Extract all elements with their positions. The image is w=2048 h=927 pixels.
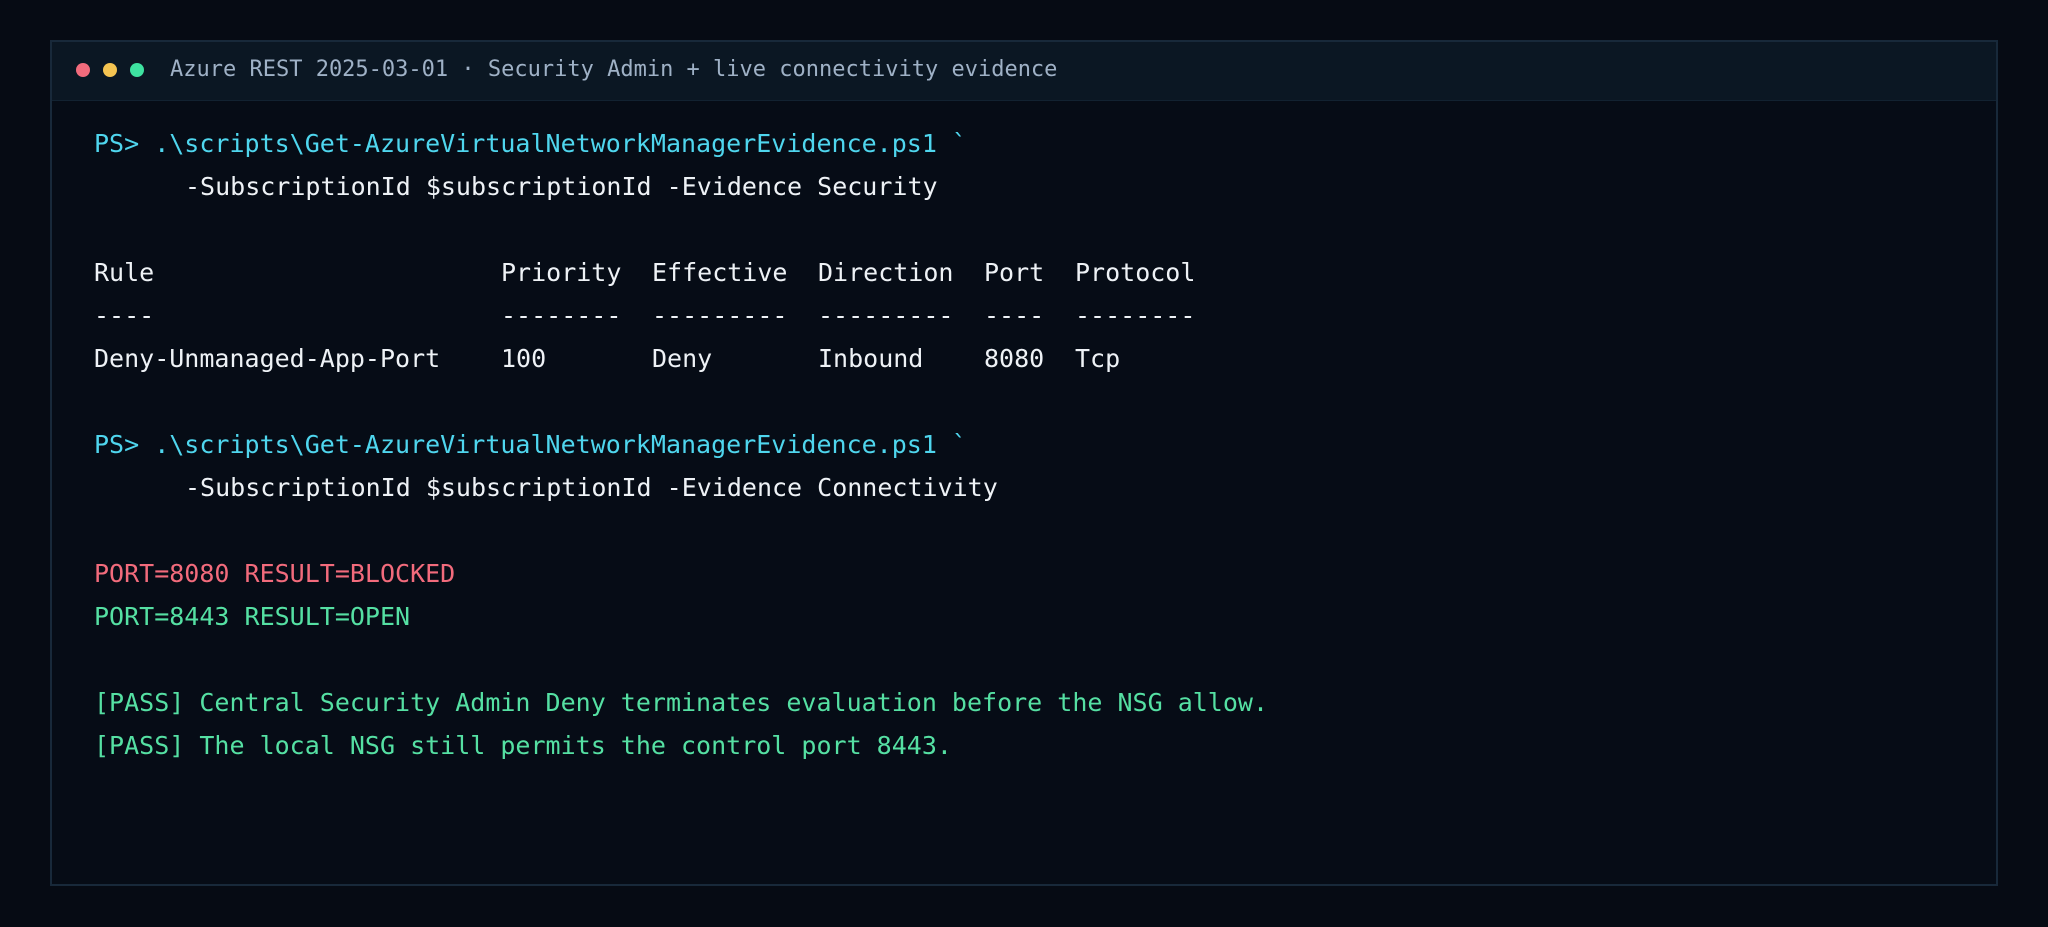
close-button[interactable] (76, 63, 90, 77)
command-line: PS> .\scripts\Get-AzureVirtualNetworkMan… (94, 129, 967, 158)
column-header-direction: Direction (818, 258, 954, 287)
title-bar: Azure REST 2025-03-01 · Security Admin +… (52, 42, 1996, 101)
command-continuation: -SubscriptionId $subscriptionId -Evidenc… (185, 172, 938, 201)
terminal-window: Azure REST 2025-03-01 · Security Admin +… (50, 40, 1998, 886)
separator-rule: ---- (94, 301, 155, 330)
column-header-priority: Priority (501, 258, 622, 287)
separator-port: ---- (984, 301, 1045, 330)
cell-effective: Deny (652, 344, 713, 373)
maximize-button[interactable] (130, 63, 144, 77)
result-open: PORT=8443 RESULT=OPEN (94, 602, 411, 631)
window-title: Azure REST 2025-03-01 · Security Admin +… (170, 57, 1058, 82)
cell-rule: Deny-Unmanaged-App-Port (94, 344, 441, 373)
pass-check: [PASS] The local NSG still permits the c… (94, 731, 952, 760)
cell-priority: 100 (501, 344, 547, 373)
table-header-row: Rule Priority Effective Direction Port P… (94, 251, 1956, 294)
cell-direction: Inbound (818, 344, 924, 373)
separator-direction: --------- (818, 301, 954, 330)
command-continuation: -SubscriptionId $subscriptionId -Evidenc… (185, 473, 998, 502)
terminal-output[interactable]: PS> .\scripts\Get-AzureVirtualNetworkMan… (94, 122, 1956, 767)
column-header-protocol: Protocol (1075, 258, 1196, 287)
separator-protocol: -------- (1075, 301, 1196, 330)
cell-protocol: Tcp (1075, 344, 1121, 373)
separator-effective: --------- (652, 301, 788, 330)
pass-check: [PASS] Central Security Admin Deny termi… (94, 688, 1268, 717)
cell-port: 8080 (984, 344, 1045, 373)
column-header-effective: Effective (652, 258, 788, 287)
result-blocked: PORT=8080 RESULT=BLOCKED (94, 559, 456, 588)
command-line: PS> .\scripts\Get-AzureVirtualNetworkMan… (94, 430, 967, 459)
separator-priority: -------- (501, 301, 622, 330)
column-header-port: Port (984, 258, 1045, 287)
table-row: Deny-Unmanaged-App-Port 100 Deny Inbound… (94, 337, 1956, 380)
column-header-rule: Rule (94, 258, 155, 287)
table-separator-row: ---- -------- --------- --------- ---- -… (94, 294, 1956, 337)
minimize-button[interactable] (103, 63, 117, 77)
